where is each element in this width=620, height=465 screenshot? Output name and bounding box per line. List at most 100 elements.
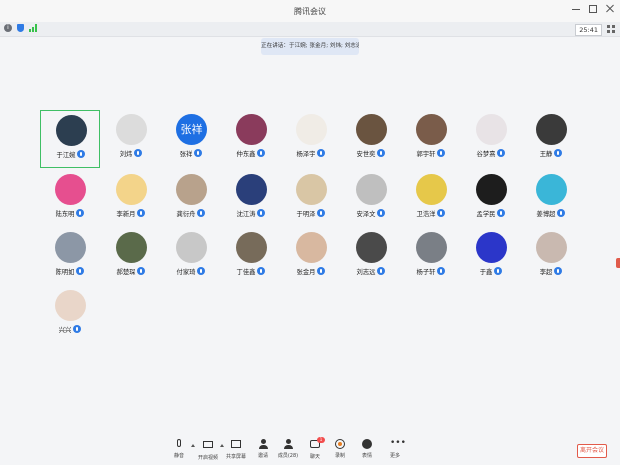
participant-tile[interactable]: 陆东明 (40, 170, 100, 228)
participant-name-row: 卫浩洋 (401, 208, 461, 218)
participant-tile[interactable]: 兴兴 (40, 286, 100, 344)
participant-tile[interactable]: 杨子轩 (401, 228, 461, 286)
participant-name: 孟学民 (476, 210, 496, 218)
participant-tile[interactable]: 沈江涛 (221, 170, 281, 228)
participant-name-row: 谷梦熹 (461, 148, 521, 158)
members-icon (283, 439, 293, 449)
participant-name: 付家琦 (176, 268, 196, 276)
participant-name: 安世奕 (356, 150, 376, 158)
mic-status-icon (76, 209, 85, 217)
participant-tile[interactable]: 谷梦熹 (461, 110, 521, 168)
avatar (55, 232, 86, 263)
avatar (476, 232, 507, 263)
participant-tile[interactable]: 刘炜 (101, 110, 161, 168)
avatar (416, 174, 447, 205)
participant-name: 刘志远 (356, 268, 376, 276)
mic-status-icon (257, 267, 266, 275)
toolbar-share-screen-button[interactable]: 共享屏幕 (225, 439, 247, 460)
chevron-up-icon[interactable] (220, 444, 224, 447)
participant-name-row: 杨泽宇 (281, 148, 341, 158)
participant-name: 安泽文 (356, 210, 376, 218)
participant-tile[interactable]: 李超 (521, 228, 581, 286)
avatar (536, 174, 567, 205)
toolbar-label: 表情 (361, 453, 372, 459)
participant-tile[interactable]: 杨泽宇 (281, 110, 341, 168)
mic-status-icon (497, 149, 506, 157)
microphone-icon (174, 439, 184, 449)
emoji-icon (362, 439, 372, 449)
mic-status-icon (137, 209, 146, 217)
mic-status-icon (137, 267, 146, 275)
participant-name: 张金月 (296, 268, 316, 276)
chat-icon: 1 (310, 437, 325, 450)
avatar (116, 114, 147, 145)
toolbar-record-button[interactable]: 录制 (329, 439, 351, 459)
avatar (236, 114, 267, 145)
share-screen-icon (231, 440, 241, 450)
side-panel-handle[interactable] (616, 258, 620, 268)
avatar (176, 174, 207, 205)
mic-status-icon (554, 149, 563, 157)
avatar (296, 174, 327, 205)
avatar (356, 174, 387, 205)
toolbar-more-button[interactable]: ••• 更多 (384, 438, 406, 460)
mic-status-icon (437, 267, 446, 275)
invite-icon (258, 439, 268, 449)
avatar (296, 114, 327, 145)
toolbar-label: 录制 (334, 453, 345, 459)
participant-tile[interactable]: 张祥 张祥 (161, 110, 221, 168)
toolbar-camera-off-button[interactable]: 开启视频 (197, 439, 219, 461)
avatar (116, 232, 147, 263)
participant-tile[interactable]: 李新月 (101, 170, 161, 228)
toolbar-emoji-button[interactable]: 表情 (356, 439, 378, 459)
participant-tile[interactable]: 刘志远 (341, 228, 401, 286)
participant-tile[interactable]: 张金月 (281, 228, 341, 286)
participant-name: 李超 (539, 268, 553, 276)
toolbar-chat-button[interactable]: 1 聊天 (304, 437, 326, 460)
participant-tile[interactable]: 于鑫 (461, 228, 521, 286)
participant-name-row: 龚衍舟 (161, 208, 221, 218)
avatar (236, 174, 267, 205)
participant-tile[interactable]: 王静 (521, 110, 581, 168)
participant-name-row: 郝楚琛 (101, 266, 161, 276)
toolbar-label: 共享屏幕 (225, 454, 246, 460)
mic-status-icon (497, 209, 506, 217)
participant-tile[interactable]: 于江婉 (40, 110, 100, 168)
mic-status-icon (317, 149, 326, 157)
participant-name-row: 孟学民 (461, 208, 521, 218)
participant-name: 仲东鑫 (236, 150, 256, 158)
participant-tile[interactable]: 安世奕 (341, 110, 401, 168)
toolbar-invite-button[interactable]: 邀请 (252, 439, 274, 459)
leave-meeting-button[interactable]: 离开会议 (577, 444, 607, 458)
participant-name: 刘炜 (119, 150, 133, 158)
participant-tile[interactable]: 卫浩洋 (401, 170, 461, 228)
toolbar-microphone-button[interactable]: 静音 (168, 439, 190, 459)
participant-tile[interactable]: 仲东鑫 (221, 110, 281, 168)
chevron-up-icon[interactable] (191, 444, 195, 447)
participant-name: 谷梦熹 (476, 150, 496, 158)
participant-name: 沈江涛 (236, 210, 256, 218)
participant-name-row: 郭宇轩 (401, 148, 461, 158)
participant-grid: 于江婉刘炜 张祥 张祥仲东鑫 杨泽宇 安世奕 郭宇轩 谷梦熹 王静陆东明 李新月 龚衍舟 沈江涛 于明… (0, 0, 620, 465)
avatar (116, 174, 147, 205)
participant-tile[interactable]: 丁佳鑫 (221, 228, 281, 286)
toolbar-label: 静音 (173, 453, 184, 459)
mic-status-icon (197, 267, 206, 275)
toolbar-members-button[interactable]: 成员(28) (277, 439, 299, 459)
participant-tile[interactable]: 姜博超 (521, 170, 581, 228)
participant-tile[interactable]: 付家琦 (161, 228, 221, 286)
avatar (56, 115, 87, 146)
participant-tile[interactable]: 安泽文 (341, 170, 401, 228)
participant-tile[interactable]: 龚衍舟 (161, 170, 221, 228)
participant-tile[interactable]: 郝楚琛 (101, 228, 161, 286)
participant-tile[interactable]: 孟学民 (461, 170, 521, 228)
participant-name-row: 安世奕 (341, 148, 401, 158)
participant-name: 杨子轩 (416, 268, 436, 276)
more-icon: ••• (390, 438, 406, 448)
participant-name-row: 仲东鑫 (221, 148, 281, 158)
participant-tile[interactable]: 陈明如 (40, 228, 100, 286)
participant-tile[interactable]: 郭宇轩 (401, 110, 461, 168)
participant-name-row: 杨子轩 (401, 266, 461, 276)
participant-tile[interactable]: 于明泽 (281, 170, 341, 228)
avatar: 张祥 (176, 114, 207, 145)
